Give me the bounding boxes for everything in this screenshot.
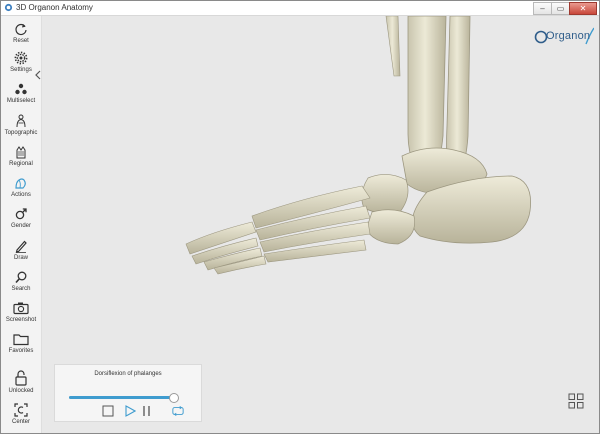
- play-button[interactable]: [124, 405, 136, 417]
- unlock-icon: [15, 370, 27, 386]
- layout-grid-icon[interactable]: [568, 393, 584, 409]
- regional-icon: [16, 146, 26, 159]
- actions-icon: [15, 178, 26, 189]
- sidebar-item-search[interactable]: Search: [1, 268, 41, 299]
- folder-icon: [13, 334, 29, 346]
- animation-title: Dorsiflexion of phalanges: [94, 371, 162, 377]
- close-button[interactable]: ✕: [569, 2, 597, 15]
- sidebar-item-screenshot[interactable]: Screenshot: [1, 299, 41, 330]
- search-icon: [15, 271, 27, 284]
- collapse-sidebar-icon[interactable]: [34, 70, 42, 80]
- sidebar-item-label: Gender: [10, 223, 31, 229]
- slider-handle[interactable]: [168, 393, 179, 403]
- sidebar-item-label: Screenshot: [5, 317, 37, 323]
- sidebar-item-favorites[interactable]: Favorites: [1, 330, 41, 361]
- loop-button[interactable]: [172, 405, 184, 417]
- reset-icon: [15, 24, 27, 36]
- sidebar-item-actions[interactable]: Actions: [1, 174, 41, 205]
- sidebar-item-label: Multiselect: [6, 98, 36, 104]
- sidebar-item-gender[interactable]: Gender: [1, 205, 41, 236]
- animation-slider[interactable]: [69, 393, 179, 403]
- app-window: 3D Organon Anatomy – ▭ ✕ Reset Settings: [0, 0, 600, 434]
- male-icon: [15, 208, 27, 220]
- sidebar-item-label: Center: [11, 419, 30, 425]
- app-logo-icon: [4, 3, 13, 12]
- camera-icon: [13, 302, 29, 315]
- multiselect-icon: [15, 83, 27, 95]
- sidebar-item-label: Reset: [13, 38, 29, 44]
- title-bar: 3D Organon Anatomy – ▭ ✕: [1, 1, 599, 16]
- sidebar-item-unlocked[interactable]: Unlocked: [1, 368, 41, 399]
- slider-fill: [69, 396, 173, 399]
- logo-text: Organon: [546, 30, 591, 42]
- restore-button[interactable]: ▭: [551, 2, 570, 15]
- sidebar-item-label: Topographic: [4, 130, 38, 136]
- sidebar-item-label: Draw: [13, 255, 28, 261]
- sidebar-item-regional[interactable]: Regional: [1, 143, 41, 174]
- pause-button[interactable]: [141, 405, 153, 417]
- topographic-icon: [16, 114, 26, 128]
- sidebar-item-center[interactable]: Center: [1, 401, 41, 432]
- sidebar-item-label: Favorites: [8, 348, 34, 354]
- minimize-button[interactable]: –: [533, 2, 552, 15]
- window-controls: – ▭ ✕: [533, 2, 597, 15]
- gear-icon: [14, 51, 28, 65]
- sidebar-item-label: Actions: [11, 192, 31, 198]
- window-title: 3D Organon Anatomy: [16, 3, 93, 12]
- stop-button[interactable]: [102, 405, 114, 417]
- sidebar-item-multiselect[interactable]: Multiselect: [1, 80, 41, 111]
- sidebar-item-topographic[interactable]: Topographic: [1, 112, 41, 143]
- sidebar-item-draw[interactable]: Draw: [1, 237, 41, 268]
- pencil-icon: [15, 240, 27, 253]
- organon-logo: Organon: [534, 26, 595, 48]
- sidebar-item-reset[interactable]: Reset: [1, 20, 41, 51]
- center-icon: [14, 403, 28, 417]
- sidebar-item-label: Search: [11, 286, 31, 292]
- animation-panel: Dorsiflexion of phalanges: [54, 364, 202, 422]
- sidebar-item-label: Regional: [9, 161, 33, 167]
- 3d-viewport[interactable]: Organon Dorsiflexion of phalanges: [42, 16, 599, 433]
- sidebar-item-label: Unlocked: [8, 388, 34, 394]
